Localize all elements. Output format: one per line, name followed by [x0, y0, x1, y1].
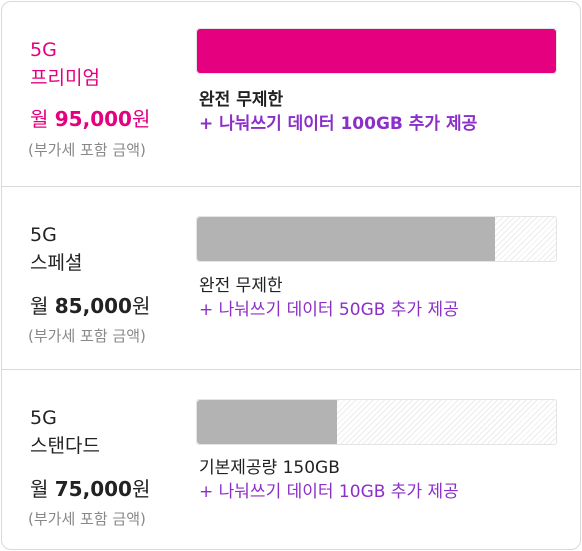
data-usage-bar [196, 28, 557, 74]
price-amount: 85,000 [54, 294, 132, 318]
plan-network: 5G [30, 407, 57, 429]
plan-name: 5G 프리미엄 [30, 36, 100, 92]
price-suffix: 원 [131, 107, 151, 131]
main-description: 완전 무제한 [199, 90, 284, 110]
price-prefix: 월 [30, 107, 55, 131]
price-amount: 95,000 [54, 107, 132, 131]
price-suffix: 원 [131, 477, 151, 501]
extra-description: + 나눠쓰기 데이터 100GB 추가 제공 [199, 114, 478, 134]
plan-description: 기본제공량 150GB + 나눠쓰기 데이터 10GB 추가 제공 [199, 456, 459, 504]
plan-title: 스탠다드 [30, 435, 100, 457]
plan-price: 월 85,000원 [30, 293, 150, 319]
vat-note: (부가세 포함 금액) [28, 141, 146, 159]
price-suffix: 원 [131, 294, 151, 318]
plan-price: 월 95,000원 [30, 106, 150, 132]
data-usage-bar [196, 399, 557, 445]
main-description: 완전 무제한 [199, 276, 283, 296]
plan-row-standard[interactable]: 5G 스탠다드 월 75,000원 (부가세 포함 금액) 기본제공량 150G… [2, 369, 580, 549]
plan-description: 완전 무제한 + 나눠쓰기 데이터 100GB 추가 제공 [199, 88, 477, 136]
price-amount: 75,000 [54, 477, 132, 501]
plan-title: 프리미엄 [30, 67, 100, 89]
extra-description: + 나눠쓰기 데이터 50GB 추가 제공 [199, 300, 459, 320]
price-prefix: 월 [30, 477, 55, 501]
price-prefix: 월 [30, 294, 55, 318]
data-usage-bar [196, 216, 557, 262]
vat-note: (부가세 포함 금액) [28, 510, 146, 528]
plan-name: 5G 스탠다드 [30, 404, 100, 460]
plan-name: 5G 스페셜 [30, 221, 82, 277]
plan-network: 5G [30, 39, 57, 61]
main-description: 기본제공량 150GB [199, 458, 340, 478]
plan-description: 완전 무제한 + 나눠쓰기 데이터 50GB 추가 제공 [199, 274, 459, 322]
plan-title: 스페셜 [30, 252, 83, 274]
plan-row-premium[interactable]: 5G 프리미엄 월 95,000원 (부가세 포함 금액) 완전 무제한 + 나… [2, 2, 580, 186]
plan-network: 5G [30, 224, 57, 246]
vat-note: (부가세 포함 금액) [28, 327, 146, 345]
data-usage-fill [197, 217, 495, 261]
plan-price: 월 75,000원 [30, 476, 150, 502]
data-usage-fill [197, 29, 556, 73]
plan-row-special[interactable]: 5G 스페셜 월 85,000원 (부가세 포함 금액) 완전 무제한 + 나눠… [2, 186, 580, 369]
data-usage-fill [197, 400, 337, 444]
extra-description: + 나눠쓰기 데이터 10GB 추가 제공 [199, 482, 459, 502]
plan-comparison-card: 5G 프리미엄 월 95,000원 (부가세 포함 금액) 완전 무제한 + 나… [1, 1, 581, 550]
